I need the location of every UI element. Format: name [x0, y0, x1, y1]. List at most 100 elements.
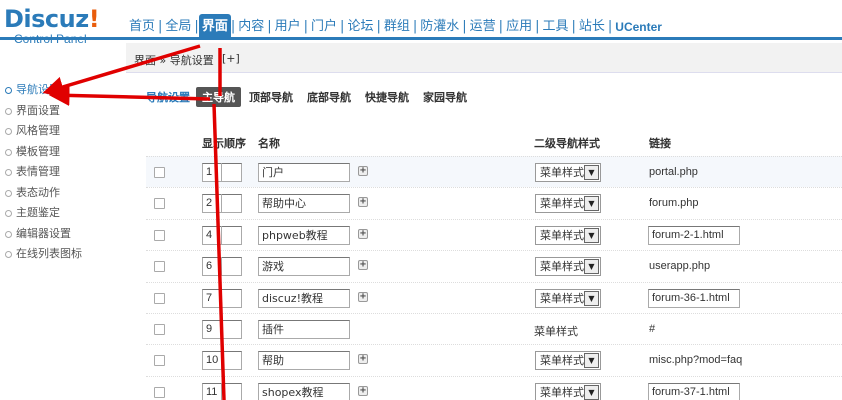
name-input[interactable]: 帮助中心 — [258, 194, 350, 214]
dropdown-arrow-icon[interactable]: ▼ — [584, 353, 599, 369]
nav-item-7[interactable]: 群组 — [381, 14, 413, 40]
style-select-value: 菜单样式 — [540, 197, 584, 211]
order-input[interactable]: 6 — [202, 257, 242, 277]
nav-item-11[interactable]: 工具 — [539, 14, 571, 40]
nav-item-3[interactable]: 内容 — [235, 14, 267, 40]
style-select[interactable]: 菜单样式 ▼ — [535, 382, 601, 400]
style-select[interactable]: 菜单样式 ▼ — [535, 194, 601, 214]
name-input[interactable]: phpweb教程 — [258, 225, 350, 245]
add-shortcut-link[interactable]: [+] — [222, 52, 240, 65]
nav-item-2[interactable]: 界面 — [198, 14, 231, 40]
add-subnav-icon[interactable]: + — [358, 260, 368, 271]
sidebar: 导航设置 界面设置 风格管理 模板管理 表情管理 表态动作 主题鉴定 编辑器设置 在线列表图标 — [0, 80, 126, 265]
section-title: 导航设置 — [146, 91, 190, 104]
link-text: misc.php?mod=faq — [649, 354, 743, 367]
nav-item-1[interactable]: 全局 — [162, 14, 194, 40]
link-input[interactable]: forum-37-1.html — [648, 382, 740, 400]
table-row: 2 帮助中心 + 菜单样式 ▼ forum.php — [146, 187, 842, 218]
style-select[interactable]: 菜单样式 ▼ — [535, 225, 601, 245]
style-select[interactable]: 菜单样式 ▼ — [535, 163, 601, 182]
nav-table: 显示顺序 名称 二级导航样式 链接 1 门户 + 菜单样式 ▼ portal.php 2 帮助… — [146, 128, 842, 400]
row-checkbox[interactable] — [154, 261, 165, 273]
sidebar-item-6[interactable]: 主题鉴定 — [0, 203, 126, 224]
name-input[interactable]: 帮助 — [258, 351, 350, 371]
tab-4[interactable]: 家园导航 — [417, 87, 473, 107]
link-text: forum.php — [649, 197, 699, 210]
tab-1[interactable]: 顶部导航 — [243, 87, 299, 107]
name-input[interactable]: discuz!教程 — [258, 288, 350, 308]
order-input[interactable]: 7 — [202, 288, 242, 308]
row-checkbox[interactable] — [154, 355, 165, 367]
add-subnav-icon[interactable]: + — [358, 385, 368, 396]
dropdown-arrow-icon[interactable]: ▼ — [584, 384, 599, 400]
name-input[interactable]: 插件 — [258, 319, 350, 339]
sidebar-item-0[interactable]: 导航设置 — [0, 80, 126, 101]
table-row: 1 门户 + 菜单样式 ▼ portal.php — [146, 156, 842, 188]
row-checkbox[interactable] — [154, 386, 165, 398]
style-select-value: 菜单样式 — [540, 260, 584, 274]
order-input[interactable]: 1 — [202, 163, 242, 182]
nav-item-13[interactable]: UCenter — [612, 14, 665, 40]
order-input[interactable]: 2 — [202, 194, 242, 214]
tab-0[interactable]: 主导航 — [196, 87, 241, 107]
sidebar-item-3[interactable]: 模板管理 — [0, 142, 126, 163]
sidebar-item-4[interactable]: 表情管理 — [0, 162, 126, 183]
table-body: 1 门户 + 菜单样式 ▼ portal.php 2 帮助中心 + 菜单样式 ▼ forum.php 4… — [146, 156, 842, 400]
link-input[interactable]: forum-2-1.html — [648, 225, 740, 245]
nav-item-12[interactable]: 站长 — [576, 14, 608, 40]
row-checkbox[interactable] — [154, 323, 165, 335]
row-checkbox[interactable] — [154, 292, 165, 304]
style-text: 菜单样式 — [534, 324, 578, 338]
nav-item-9[interactable]: 运营 — [467, 14, 499, 40]
row-checkbox[interactable] — [154, 167, 165, 178]
dropdown-arrow-icon[interactable]: ▼ — [584, 290, 599, 306]
table-header: 显示顺序 名称 二级导航样式 链接 — [146, 128, 842, 156]
nav-item-5[interactable]: 门户 — [308, 14, 340, 40]
add-subnav-icon[interactable]: + — [358, 354, 368, 365]
dropdown-arrow-icon[interactable]: ▼ — [584, 196, 599, 212]
add-subnav-icon[interactable]: + — [358, 197, 368, 208]
dropdown-arrow-icon[interactable]: ▼ — [584, 227, 599, 243]
tab-3[interactable]: 快捷导航 — [359, 87, 415, 107]
nav-item-4[interactable]: 用户 — [272, 14, 304, 40]
style-select[interactable]: 菜单样式 ▼ — [535, 288, 601, 308]
breadcrumb: 界面 » 导航设置 [+] — [126, 43, 842, 73]
sidebar-item-5[interactable]: 表态动作 — [0, 183, 126, 204]
style-select-value: 菜单样式 — [540, 291, 584, 305]
order-input[interactable]: 11 — [202, 382, 242, 400]
row-checkbox[interactable] — [154, 229, 165, 241]
dropdown-arrow-icon[interactable]: ▼ — [584, 259, 599, 275]
link-input[interactable]: forum-36-1.html — [648, 288, 740, 308]
nav-item-0[interactable]: 首页 — [126, 14, 158, 40]
style-select[interactable]: 菜单样式 ▼ — [535, 351, 601, 371]
tab-2[interactable]: 底部导航 — [301, 87, 357, 107]
style-select-value: 菜单样式 — [540, 385, 584, 399]
order-input[interactable]: 4 — [202, 225, 242, 245]
add-subnav-icon[interactable]: + — [358, 291, 368, 302]
dropdown-arrow-icon[interactable]: ▼ — [584, 165, 599, 180]
order-input[interactable]: 10 — [202, 351, 242, 371]
discuz-logo[interactable]: Discuz! Control Panel — [4, 6, 124, 54]
order-input[interactable]: 9 — [202, 319, 242, 339]
table-row: 9 插件 菜单样式 # — [146, 312, 842, 344]
link-text: userapp.php — [649, 260, 711, 273]
sidebar-item-8[interactable]: 在线列表图标 — [0, 244, 126, 265]
sidebar-item-2[interactable]: 风格管理 — [0, 121, 126, 142]
name-input[interactable]: shopex教程 — [258, 382, 350, 400]
name-input[interactable]: 游戏 — [258, 257, 350, 277]
style-select[interactable]: 菜单样式 ▼ — [535, 257, 601, 277]
name-input[interactable]: 门户 — [258, 163, 350, 182]
breadcrumb-text: 界面 » 导航设置 — [134, 54, 214, 67]
nav-item-8[interactable]: 防灌水 — [417, 14, 462, 40]
style-select-value: 菜单样式 — [540, 166, 584, 179]
sidebar-item-7[interactable]: 编辑器设置 — [0, 224, 126, 245]
nav-item-6[interactable]: 论坛 — [344, 14, 376, 40]
nav-item-10[interactable]: 应用 — [503, 14, 535, 40]
add-subnav-icon[interactable]: + — [358, 228, 368, 239]
sidebar-item-1[interactable]: 界面设置 — [0, 101, 126, 122]
table-row: 11 shopex教程 + 菜单样式 ▼ forum-37-1.html — [146, 375, 842, 400]
header-name: 名称 — [258, 137, 280, 150]
row-checkbox[interactable] — [154, 198, 165, 210]
add-subnav-icon[interactable]: + — [358, 166, 368, 176]
logo-sub-text: Control Panel — [14, 32, 87, 46]
